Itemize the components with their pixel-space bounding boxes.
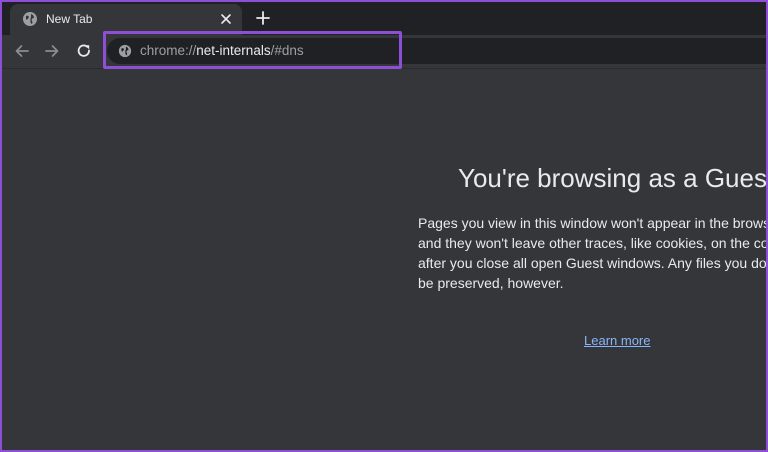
arrow-left-icon[interactable]	[13, 42, 31, 60]
tab-title: New Tab	[46, 12, 93, 26]
guest-description: Pages you view in this window won't appe…	[418, 213, 768, 293]
arrow-right-icon[interactable]	[43, 42, 61, 60]
description-line: after you close all open Guest windows. …	[418, 255, 768, 271]
browser-window: New Tab chrome://net-internals/#dns You'…	[0, 0, 768, 452]
description-line: be preserved, however.	[418, 275, 564, 291]
learn-more-link[interactable]: Learn more	[584, 333, 650, 348]
description-line: Pages you view in this window won't appe…	[418, 215, 768, 231]
guest-page: You're browsing as a Guest Pages you vie…	[2, 69, 768, 450]
description-line: and they won't leave other traces, like …	[418, 235, 768, 251]
close-icon[interactable]	[218, 11, 234, 27]
plus-icon[interactable]	[254, 9, 272, 27]
globe-icon	[23, 12, 37, 26]
page-title: You're browsing as a Guest	[458, 163, 768, 193]
url-highlight-box	[103, 31, 402, 69]
reload-icon[interactable]	[75, 42, 93, 60]
